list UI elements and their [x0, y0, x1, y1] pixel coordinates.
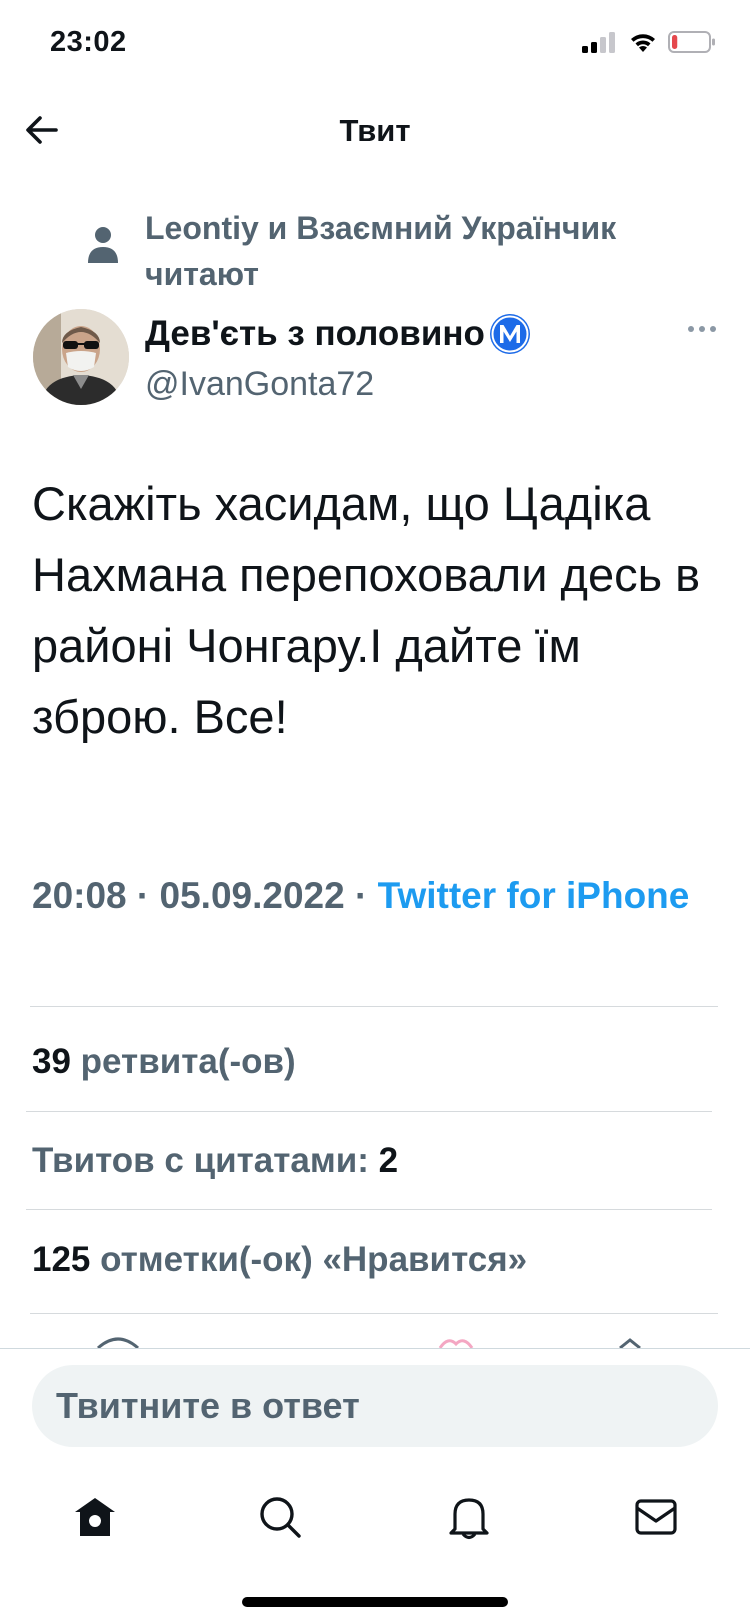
tweet-source-link[interactable]: Twitter for iPhone [378, 875, 690, 916]
divider [26, 1209, 712, 1210]
tweet-meta: 20:08 · 05.09.2022 · Twitter for iPhone [32, 868, 712, 923]
quotes-stat[interactable]: Твитов с цитатами: 2 [32, 1141, 398, 1181]
home-icon [75, 1498, 115, 1536]
retweets-stat[interactable]: 39 ретвита(-ов) [32, 1042, 296, 1082]
likes-count: 125 [32, 1240, 91, 1279]
reply-separator [0, 1348, 750, 1349]
mail-icon [635, 1499, 677, 1535]
home-indicator [242, 1597, 508, 1607]
more-dot-icon [699, 326, 705, 332]
more-options-button[interactable] [688, 326, 716, 332]
meta-separator: · [136, 875, 150, 916]
tweet-text: Скажіть хасидам, що Цадіка Нахмана переп… [32, 477, 701, 743]
social-context: Leontiy и Взаємний Українчик читают [145, 210, 617, 292]
person-icon [88, 227, 118, 263]
author-name[interactable]: Дев'єть з половино [145, 314, 485, 354]
tab-messages[interactable] [629, 1490, 683, 1544]
wifi-icon [631, 34, 655, 52]
avatar[interactable] [33, 309, 129, 405]
likes-stat[interactable]: 125 отметки(-ок) «Нравится» [32, 1240, 527, 1280]
tweet-date: 05.09.2022 [159, 875, 345, 916]
tab-search[interactable] [253, 1490, 307, 1544]
divider [26, 1111, 712, 1112]
author-handle[interactable]: @IvanGonta72 [145, 365, 374, 404]
status-icons [582, 30, 716, 54]
author-name-row[interactable]: Дев'єть з половино [145, 313, 531, 355]
status-time: 23:02 [50, 26, 127, 58]
more-dot-icon [710, 326, 716, 332]
signal-icon [582, 32, 615, 53]
tweet-time: 20:08 [32, 875, 127, 916]
bell-icon [449, 1498, 489, 1540]
metro-badge-icon [489, 314, 530, 354]
reply-input[interactable]: Твитните в ответ [32, 1365, 718, 1447]
divider [30, 1313, 718, 1314]
battery-icon [668, 31, 715, 53]
retweets-label: ретвита(-ов) [80, 1042, 296, 1081]
quotes-count: 2 [378, 1141, 399, 1180]
divider [30, 1006, 718, 1007]
search-icon [260, 1497, 301, 1538]
quotes-label: Твитов с цитатами: [32, 1141, 369, 1180]
retweets-count: 39 [32, 1042, 71, 1081]
reply-placeholder: Твитните в ответ [56, 1385, 360, 1426]
page-title: Твит [339, 113, 411, 148]
action-icons-peek [96, 1337, 641, 1348]
more-dot-icon [688, 326, 694, 332]
likes-label: отметки(-ок) «Нравится» [100, 1240, 528, 1279]
meta-separator: · [355, 875, 368, 916]
tab-home[interactable] [68, 1490, 122, 1544]
tab-notifications[interactable] [442, 1490, 496, 1544]
